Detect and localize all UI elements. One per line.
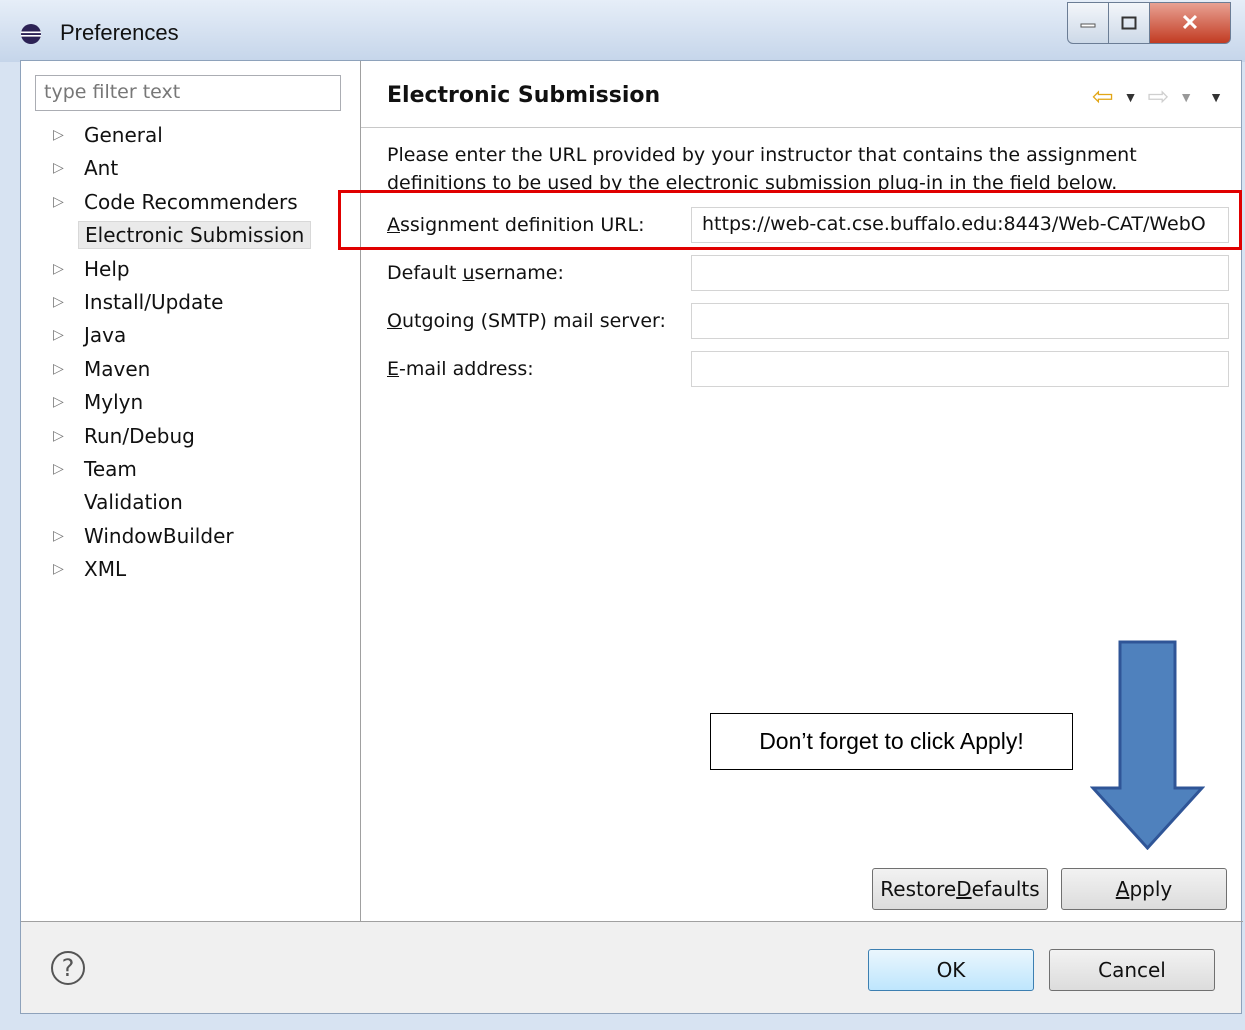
down-arrow-icon [1090,640,1205,850]
tree-item[interactable]: ▷ Team [21,453,361,485]
maximize-icon [1121,16,1137,30]
tree-item[interactable]: ▷ General [21,119,361,151]
tree-item[interactable]: ▷ WindowBuilder [21,520,361,552]
close-icon: ✕ [1180,10,1200,35]
expand-arrow-icon[interactable]: ▷ [53,461,67,477]
maximize-button[interactable] [1109,2,1150,44]
default-username-label: Default username: [387,262,564,284]
help-icon[interactable]: ? [51,951,85,985]
tree-item-label: Electronic Submission [78,221,312,250]
expand-arrow-icon[interactable]: ▷ [53,127,67,143]
assignment-url-field[interactable]: https://web-cat.cse.buffalo.edu:8443/Web… [691,207,1229,243]
email-address-label: E-mail address: [387,358,534,380]
tree-item-label: Install/Update [84,290,224,314]
cancel-button[interactable]: Cancel [1049,949,1215,991]
tree-item[interactable]: ▷ Mylyn [21,386,361,418]
tree-item-label: General [84,123,163,147]
expand-arrow-icon[interactable]: ▷ [53,561,67,577]
tree-item[interactable]: ▷ Help [21,253,361,285]
expand-arrow-icon[interactable]: ▷ [53,194,67,210]
close-button[interactable]: ✕ [1150,2,1231,44]
expand-arrow-icon[interactable]: ▷ [53,261,67,277]
page-title: Electronic Submission [387,83,661,108]
forward-arrow-icon[interactable]: ⇨ [1147,81,1169,112]
expand-arrow-icon[interactable]: ▷ [53,361,67,377]
window-controls: ✕ [1067,2,1231,44]
default-username-field[interactable] [691,255,1229,291]
minimize-icon [1080,23,1096,28]
tree-item-label: Ant [84,156,119,181]
expand-arrow-icon[interactable]: ▷ [53,160,67,176]
tree-item-label: Maven [84,356,151,381]
tree-item[interactable]: Electronic Submission [21,219,361,251]
tree-item[interactable]: ▷ Maven [21,353,361,385]
title-bar[interactable]: Preferences ✕ [0,0,1245,62]
ok-button[interactable]: OK [868,949,1034,991]
forward-dropdown-icon[interactable]: ▼ [1179,89,1193,105]
tree-item[interactable]: ▷ Ant [21,152,361,184]
eclipse-icon [21,24,41,44]
button-bar-separator [21,921,1243,922]
tree-item-label: Team [84,457,137,481]
tree-item-label: Code Recommenders [84,189,298,214]
apply-button[interactable]: Apply [1061,868,1227,910]
email-address-field[interactable] [691,351,1229,387]
tree-item[interactable]: Validation [21,486,361,518]
tree-item-label: Java [84,323,127,348]
dialog-body: type filter text ▷ General ▷ Ant ▷ Code Recom… [20,60,1243,1014]
preferences-window: Preferences ✕ type filter text ▷ General ▷… [0,0,1245,1030]
view-menu-icon[interactable]: ▼ [1209,89,1223,105]
restore-defaults-button[interactable]: Restore Defaults [872,868,1048,910]
tree-item[interactable]: ▷ Code Recommenders [21,186,361,218]
tree-item[interactable]: ▷ Java [21,319,361,351]
tree-item[interactable]: ▷ Run/Debug [21,420,361,452]
smtp-server-label: Outgoing (SMTP) mail server: [387,310,666,332]
filter-input[interactable]: type filter text [35,75,341,111]
tree-item-label: Run/Debug [84,423,195,448]
tree-item-label: Validation [84,490,183,515]
back-arrow-icon[interactable]: ⇦ [1092,81,1114,112]
expand-arrow-icon[interactable]: ▷ [53,327,67,343]
tree-item[interactable]: ▷ XML [21,553,361,585]
tree-item[interactable]: ▷ Install/Update [21,286,361,318]
tree-item-label: Help [84,256,130,281]
minimize-button[interactable] [1067,2,1109,44]
assignment-url-label: Assignment definition URL: [387,214,645,236]
page-navigation: ⇦ ▼ ⇨ ▼ ▼ [1092,81,1223,112]
apply-reminder-callout: Don’t forget to click Apply! [710,713,1073,770]
expand-arrow-icon[interactable]: ▷ [53,394,67,410]
window-title: Preferences [60,20,179,45]
expand-arrow-icon[interactable]: ▷ [53,528,67,544]
tree-item-label: Mylyn [84,390,144,415]
header-separator [361,127,1241,128]
page-description: Please enter the URL provided by your in… [387,144,1137,194]
smtp-server-field[interactable] [691,303,1229,339]
tree-item-label: XML [84,557,127,582]
expand-arrow-icon[interactable]: ▷ [53,428,67,444]
tree-item-label: WindowBuilder [84,523,234,548]
back-dropdown-icon[interactable]: ▼ [1124,89,1138,105]
expand-arrow-icon[interactable]: ▷ [53,294,67,310]
preferences-tree-pane: type filter text ▷ General ▷ Ant ▷ Code Recom… [21,61,361,921]
